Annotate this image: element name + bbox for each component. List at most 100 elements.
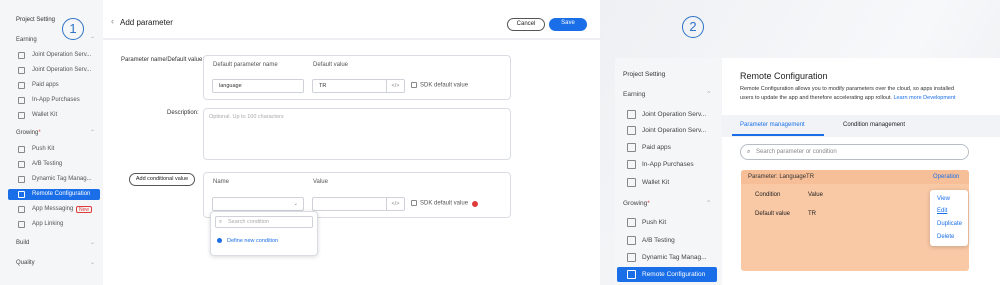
chevron-up-icon[interactable]: ⌃ [90,129,95,136]
monitor-icon [18,191,25,198]
sidebar-item-remote-config[interactable]: Remote Configuration [617,267,717,282]
parameter-name-input[interactable]: language [212,79,304,93]
name-default-label: Parameter name/Default value: [121,57,205,63]
sidebar-title[interactable]: Project Setting [16,17,55,23]
back-icon[interactable]: ‹ [111,16,114,26]
card-icon [627,178,636,187]
cart-icon [18,97,25,104]
sidebar-item-ab-testing[interactable]: A/B Testing [617,233,717,248]
sidebar-item-iap[interactable]: In-App Purchases [617,157,717,172]
chevron-up-icon[interactable]: ⌃ [706,90,711,98]
parameter-name: Parameter: LanguageTR [748,174,815,180]
wallet-icon [18,82,25,89]
sidebar-item-dtm[interactable]: Dynamic Tag Manag... [617,250,717,265]
tab-parameter-management[interactable]: Parameter management [740,122,805,128]
sidebar-item-joint-op-1[interactable]: Joint Operation Serv... [617,107,717,122]
row-default-label: Default value [755,211,791,217]
sdk-default-checkbox-2[interactable]: SDK default value [411,200,468,207]
menu-view[interactable]: View [937,196,950,202]
section-build[interactable]: Build [16,240,29,246]
sidebar-item-push-kit[interactable]: Push Kit [617,215,717,230]
tag-icon [18,176,25,183]
push-icon [627,218,636,227]
sidebar-item-joint-op-1[interactable]: Joint Operation Serv... [8,50,100,61]
sidebar-item-paid-apps[interactable]: Paid apps [8,80,100,91]
cart-icon [627,160,636,169]
section-growing-2[interactable]: Growing* [623,200,650,207]
new-badge: New [76,206,93,213]
code-icon[interactable]: </> [386,198,404,210]
menu-edit[interactable]: Edit [937,208,947,214]
code-icon[interactable]: </> [386,80,404,92]
sidebar-item-wallet-kit[interactable]: Wallet Kit [617,175,717,190]
flask-icon [627,236,636,245]
menu-duplicate[interactable]: Duplicate [937,221,962,227]
grid-icon [18,52,25,59]
description-line-1: Remote Configuration allows you to modif… [740,86,955,92]
sidebar-item-dtm[interactable]: Dynamic Tag Manag... [8,174,100,185]
remove-icon[interactable] [472,201,478,207]
page-title-2: Remote Configuration [740,71,828,81]
operation-label[interactable]: Operation [933,174,959,180]
chart-icon [627,126,636,135]
card-icon [18,112,25,119]
wallet-icon [627,143,636,152]
chevron-down-icon[interactable]: ⌄ [90,259,95,266]
parameter-search-input[interactable]: ⌕ Search parameter or condition [740,144,969,160]
condition-select[interactable]: ⌄ [212,197,304,211]
col-default-value: Default value [313,62,349,68]
search-icon: ⌕ [747,149,751,155]
menu-delete[interactable]: Delete [937,234,954,240]
sidebar-item-app-linking[interactable]: App Linking [8,219,100,230]
sidebar-item-wallet-kit[interactable]: Wallet Kit [8,110,100,121]
flask-icon [18,161,25,168]
learn-more-link[interactable]: Learn more [894,95,922,101]
active-tab-indicator [732,134,824,136]
header-divider [103,38,600,40]
step-marker-1: 1 [62,18,84,40]
checkbox-icon [411,82,417,88]
tab-condition-management[interactable]: Condition management [843,122,905,128]
grid-icon [627,110,636,119]
add-conditional-button[interactable]: Add conditional value [129,173,195,186]
chevron-down-icon: ⌄ [293,201,298,207]
save-button[interactable]: Save [549,18,587,31]
sidebar-item-joint-op-2[interactable]: Joint Operation Serv... [617,123,717,138]
condition-value-input[interactable]: </> [312,197,405,211]
sidebar-item-paid-apps[interactable]: Paid apps [617,140,717,155]
section-growing[interactable]: Growing* [16,130,41,136]
section-earning-2[interactable]: Earning [623,91,645,98]
chevron-down-icon[interactable]: ⌄ [90,239,95,246]
sidebar-item-push-kit[interactable]: Push Kit [8,144,100,155]
cancel-button[interactable]: Cancel [507,18,545,31]
section-earning[interactable]: Earning [16,37,37,43]
chevron-up-icon[interactable]: ⌃ [90,36,95,43]
sidebar-item-iap[interactable]: In-App Purchases [8,95,100,106]
link-icon [18,221,25,228]
sdk-default-checkbox[interactable]: SDK default value [411,82,468,89]
define-new-condition[interactable]: Define new condition [217,238,278,244]
chevron-up-icon[interactable]: ⌃ [706,199,711,207]
chart-icon [18,67,25,74]
condition-search-input[interactable]: ⌕ Search condition [215,216,313,228]
page-title: Add parameter [120,18,173,27]
sidebar-item-remote-config[interactable]: Remote Configuration [8,189,100,200]
tag-icon [627,253,636,262]
cond-value-col: Value [313,179,328,185]
condition-col: Condition [755,192,781,198]
col-default-name: Default parameter name [213,62,278,68]
sidebar-title-2[interactable]: Project Setting [623,71,665,78]
plus-icon [217,238,222,244]
search-icon: ⌕ [219,219,223,225]
row-default-value: TR [808,211,816,217]
description-textarea[interactable]: Optional. Up to 100 characters [203,108,511,160]
sidebar-item-app-messaging[interactable]: App Messaging New [8,204,100,215]
section-quality[interactable]: Quality [16,260,35,266]
monitor-icon [627,270,636,279]
value-col: Value [808,192,823,198]
sidebar-item-joint-op-2[interactable]: Joint Operation Serv... [8,65,100,76]
push-icon [18,146,25,153]
sidebar-item-ab-testing[interactable]: A/B Testing [8,159,100,170]
message-icon [18,206,25,213]
default-value-input[interactable]: TR </> [312,79,405,93]
